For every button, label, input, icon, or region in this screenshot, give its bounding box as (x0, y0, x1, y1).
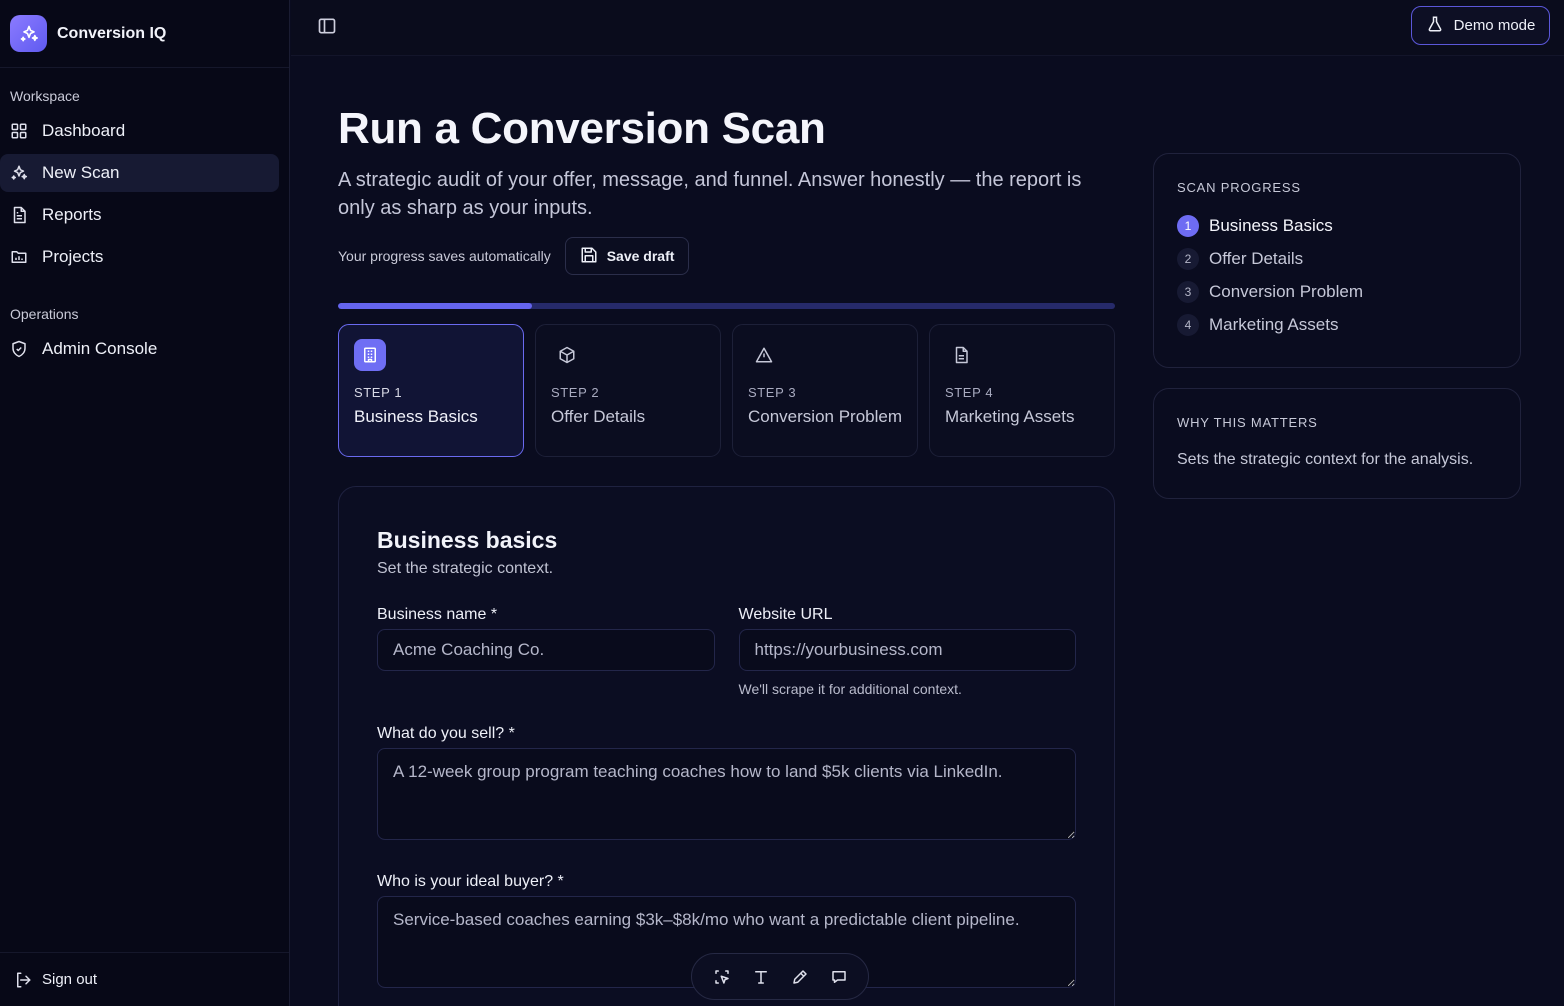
progress-item-label: Business Basics (1209, 215, 1333, 235)
sign-out-button[interactable]: Sign out (0, 952, 289, 1006)
progress-item-business-basics[interactable]: 1 Business Basics (1177, 209, 1497, 242)
progress-item-number: 3 (1177, 280, 1199, 303)
folder-chart-icon (10, 248, 28, 266)
progress-item-label: Marketing Assets (1209, 314, 1339, 334)
building-icon (354, 339, 386, 371)
logout-icon (14, 971, 32, 989)
website-url-field-group: Website URL We'll scrape it for addition… (738, 606, 1076, 697)
step-title: Offer Details (551, 407, 646, 426)
step-tab-offer-details[interactable]: STEP 2 Offer Details (535, 324, 721, 457)
pen-icon[interactable] (789, 966, 811, 988)
operations-label: Operations (10, 306, 79, 322)
scan-progress-label: SCAN PROGRESS (1177, 180, 1301, 195)
page-subtitle: A strategic audit of your offer, message… (338, 169, 1082, 219)
sidebar-item-dashboard[interactable]: Dashboard (0, 112, 279, 150)
why-this-matters-card: WHY THIS MATTERS Sets the strategic cont… (1153, 388, 1521, 499)
business-name-label: Business name * (377, 606, 498, 623)
why-this-matters-label: WHY THIS MATTERS (1177, 415, 1318, 430)
demo-mode-button[interactable]: Demo mode (1411, 6, 1550, 45)
what-you-sell-label: What do you sell? * (377, 725, 515, 742)
step-title: Conversion Problem (748, 407, 903, 426)
ideal-buyer-label: Who is your ideal buyer? * (377, 873, 564, 890)
brand[interactable]: Conversion IQ (0, 0, 289, 68)
app-name: Conversion IQ (57, 24, 167, 42)
sidebar-item-admin-console[interactable]: Admin Console (0, 330, 279, 368)
sidebar-item-label: Dashboard (42, 121, 126, 140)
step-number: STEP 3 (748, 385, 797, 400)
autosave-note: Your progress saves automatically (338, 248, 551, 264)
main-content: Run a Conversion Scan A strategic audit … (338, 56, 1115, 1006)
step-tab-marketing-assets[interactable]: STEP 4 Marketing Assets (929, 324, 1115, 457)
flask-icon (1426, 15, 1444, 37)
business-name-field-group: Business name * (377, 606, 715, 697)
name-url-row: Business name * Website URL We'll scrape… (377, 606, 1076, 697)
business-name-input[interactable] (377, 629, 715, 671)
topbar: Demo mode (291, 0, 1564, 56)
form-title: Business basics (377, 527, 558, 553)
select-icon[interactable] (711, 966, 733, 988)
step-tab-business-basics[interactable]: STEP 1 Business Basics (338, 324, 524, 457)
sign-out-label: Sign out (42, 971, 98, 988)
shield-icon (10, 340, 28, 358)
sidebar-item-label: Reports (42, 205, 102, 224)
progress-item-number: 2 (1177, 247, 1199, 270)
box-icon (551, 339, 583, 371)
save-icon (580, 246, 598, 267)
warning-icon (748, 339, 780, 371)
right-panel: SCAN PROGRESS 1 Business Basics 2 Offer … (1153, 153, 1521, 499)
what-you-sell-field-group: What do you sell? * (377, 725, 1076, 845)
scan-progress-bar (338, 303, 1115, 309)
workspace-label: Workspace (10, 88, 80, 104)
save-row: Your progress saves automatically Save d… (338, 237, 1115, 275)
document-icon (10, 206, 28, 224)
step-tab-conversion-problem[interactable]: STEP 3 Conversion Problem (732, 324, 918, 457)
step-number: STEP 1 (354, 385, 403, 400)
what-you-sell-textarea[interactable] (377, 748, 1076, 840)
form-subtitle: Set the strategic context. (377, 560, 554, 577)
text-icon[interactable] (750, 966, 772, 988)
sidebar-item-label: Projects (42, 247, 104, 266)
website-url-label: Website URL (738, 606, 833, 623)
business-basics-form: Business basics Set the strategic contex… (338, 486, 1115, 1006)
sidebar-item-new-scan[interactable]: New Scan (0, 154, 279, 192)
save-draft-button[interactable]: Save draft (564, 237, 690, 275)
website-url-hint: We'll scrape it for additional context. (738, 681, 962, 697)
sidebar-item-label: New Scan (42, 163, 120, 182)
progress-item-conversion-problem[interactable]: 3 Conversion Problem (1177, 275, 1497, 308)
sidebar-item-projects[interactable]: Projects (0, 238, 279, 276)
progress-item-offer-details[interactable]: 2 Offer Details (1177, 242, 1497, 275)
sidebar-item-label: Admin Console (42, 339, 158, 358)
step-number: STEP 4 (945, 385, 994, 400)
file-icon (945, 339, 977, 371)
step-number: STEP 2 (551, 385, 600, 400)
page-title: Run a Conversion Scan (338, 104, 826, 153)
floating-toolbar (691, 953, 869, 1000)
progress-item-label: Offer Details (1209, 248, 1304, 268)
scan-progress-card: SCAN PROGRESS 1 Business Basics 2 Offer … (1153, 153, 1521, 368)
operations-nav: Admin Console (0, 330, 289, 368)
progress-item-marketing-assets[interactable]: 4 Marketing Assets (1177, 308, 1497, 341)
step-title: Marketing Assets (945, 407, 1075, 426)
website-url-input[interactable] (738, 629, 1076, 671)
sidebar-item-reports[interactable]: Reports (0, 196, 279, 234)
comment-icon[interactable] (828, 966, 850, 988)
why-this-matters-text: Sets the strategic context for the analy… (1177, 451, 1474, 468)
sidebar: Conversion IQ Workspace Dashboard New Sc… (0, 0, 290, 1006)
workspace-nav: Dashboard New Scan Reports Projects (0, 112, 289, 276)
scan-progress-fill (338, 303, 533, 309)
sparkles-logo-icon (10, 15, 47, 52)
save-draft-label: Save draft (606, 248, 675, 264)
scan-progress-list: 1 Business Basics 2 Offer Details 3 Conv… (1177, 209, 1497, 341)
progress-item-number: 4 (1177, 313, 1199, 336)
sidebar-toggle-icon[interactable] (317, 16, 337, 36)
sparkles-icon (10, 164, 28, 182)
step-title: Business Basics (354, 407, 478, 426)
step-tabs: STEP 1 Business Basics STEP 2 Offer Deta… (338, 324, 1115, 457)
demo-mode-label: Demo mode (1453, 17, 1536, 34)
progress-item-label: Conversion Problem (1209, 281, 1364, 301)
grid-icon (10, 122, 28, 140)
progress-item-number: 1 (1177, 214, 1199, 237)
